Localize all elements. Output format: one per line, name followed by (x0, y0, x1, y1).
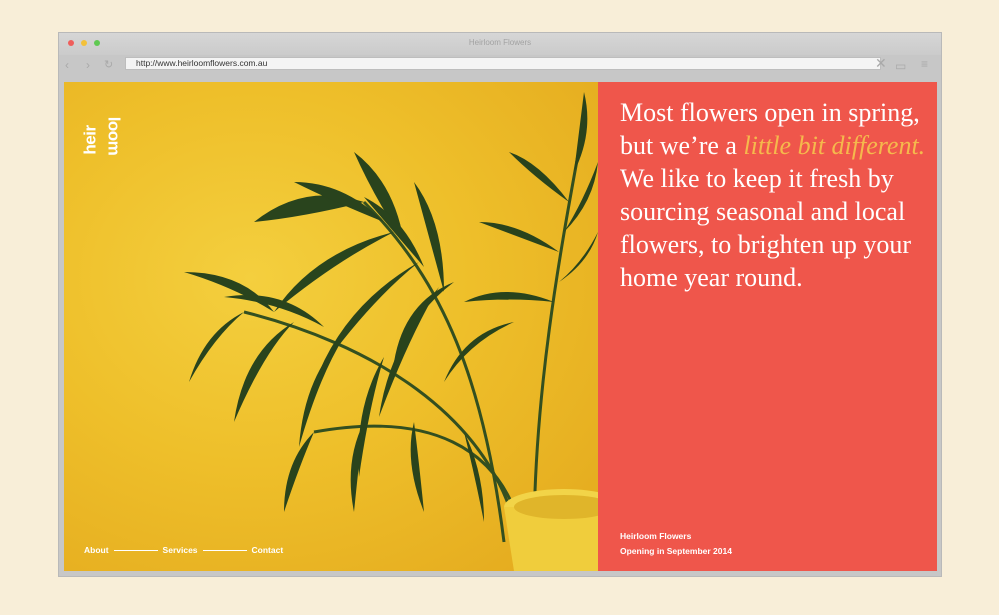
address-bar[interactable]: http://www.heirloomflowers.com.au (125, 57, 881, 70)
back-icon[interactable]: ‹ (65, 58, 69, 72)
site-nav: About Services Contact (84, 545, 283, 555)
footer-info: Heirloom Flowers Opening in September 20… (620, 529, 732, 559)
nav-divider (113, 549, 158, 551)
page-viewport: heir loom About Services Contact Most fl… (64, 82, 937, 571)
business-name: Heirloom Flowers (620, 531, 692, 541)
reload-icon[interactable]: ↻ (104, 58, 113, 72)
headline: Most flowers open in spring, but we’re a… (620, 96, 930, 294)
hero-photo: heir loom About Services Contact (64, 82, 598, 571)
palm-plant-illustration (184, 92, 598, 571)
headline-highlight: little bit different. (743, 131, 926, 160)
logo-text-loom: loom (104, 116, 124, 156)
menu-icon[interactable]: ≡ (921, 57, 928, 71)
tabs-icon[interactable]: ▭ (895, 59, 906, 73)
logo-text-heir: heir (80, 125, 100, 155)
intro-panel: Most flowers open in spring, but we’re a… (598, 82, 937, 571)
heirloom-logo[interactable]: heir loom (80, 100, 124, 160)
forward-icon[interactable]: › (86, 58, 90, 72)
browser-window: Heirloom Flowers ‹ › ↻ http://www.heirlo… (59, 33, 941, 576)
window-title: Heirloom Flowers (468, 38, 532, 47)
nav-about-link[interactable]: About (84, 545, 109, 555)
headline-part-2: We like to keep it fresh by sourcing sea… (620, 164, 912, 292)
opening-date: Opening in September 2014 (620, 546, 732, 556)
title-bar: Heirloom Flowers (59, 33, 941, 55)
close-icon[interactable]: ✕ (875, 56, 887, 70)
nav-services-link[interactable]: Services (163, 545, 198, 555)
nav-contact-link[interactable]: Contact (252, 545, 284, 555)
browser-toolbar: ‹ › ↻ http://www.heirloomflowers.com.au … (59, 55, 941, 79)
nav-divider (202, 549, 247, 551)
